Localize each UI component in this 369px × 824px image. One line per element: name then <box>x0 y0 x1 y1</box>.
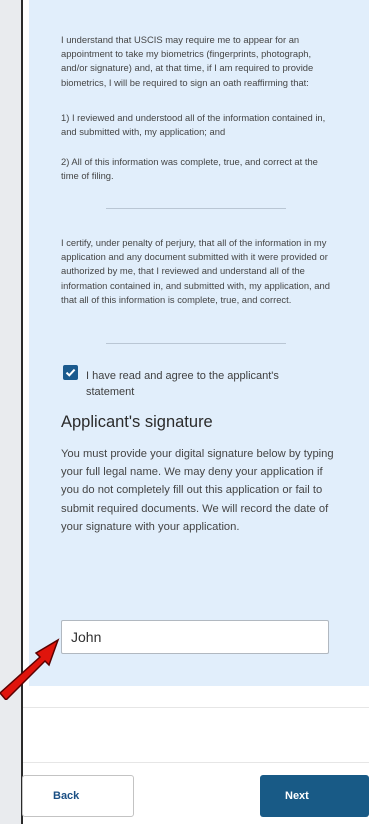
checkmark-icon <box>65 368 76 377</box>
statement-item-2: 2) All of this information was complete,… <box>61 156 318 182</box>
biometrics-statement: I understand that USCIS may require me t… <box>61 34 314 88</box>
left-background-strip <box>0 0 22 824</box>
statement-item-1: 1) I reviewed and understood all of the … <box>61 112 326 138</box>
agree-checkbox-label: I have read and agree to the applicant's… <box>86 370 279 398</box>
section-divider <box>106 208 286 209</box>
footer-divider <box>23 707 369 708</box>
certification-statement: I certify, under penalty of perjury, tha… <box>61 237 330 305</box>
signature-heading: Applicant's signature <box>61 413 213 431</box>
footer-divider <box>23 762 369 763</box>
next-button[interactable]: Next <box>260 775 369 817</box>
signature-input[interactable] <box>61 620 329 654</box>
agree-checkbox[interactable] <box>63 365 78 380</box>
back-button[interactable]: Back <box>22 775 134 817</box>
red-arrow-icon <box>0 638 60 700</box>
signature-instructions: You must provide your digital signature … <box>61 448 334 533</box>
section-divider <box>106 343 286 344</box>
